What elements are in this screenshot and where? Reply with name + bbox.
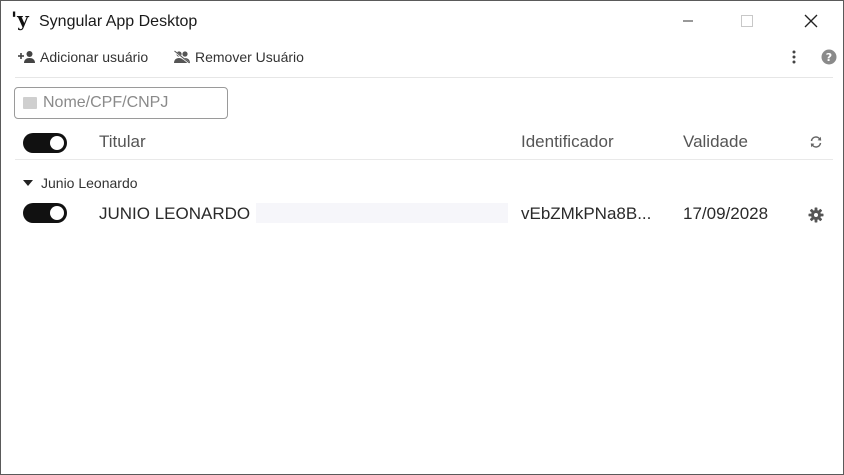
search-box[interactable] xyxy=(14,87,228,119)
minimize-button[interactable] xyxy=(665,1,711,41)
add-user-icon xyxy=(18,51,35,63)
redacted-area xyxy=(256,203,508,223)
title-bar: 'y Syngular App Desktop xyxy=(1,1,843,41)
refresh-icon xyxy=(810,136,822,148)
help-icon: ? xyxy=(821,49,837,65)
toolbar-divider xyxy=(15,77,833,78)
add-user-button[interactable]: Adicionar usuário xyxy=(18,47,148,67)
svg-text:?: ? xyxy=(826,51,832,64)
toolbar: Adicionar usuário Remover Usuário ? xyxy=(1,41,843,75)
more-options-button[interactable] xyxy=(791,47,797,67)
caret-down-icon xyxy=(23,180,33,186)
help-button[interactable]: ? xyxy=(821,47,837,67)
row-validade: 17/09/2028 xyxy=(683,204,769,223)
row-titular: JUNIO LEONARDO xyxy=(99,204,251,223)
more-vertical-icon xyxy=(792,50,796,64)
remove-user-button[interactable]: Remover Usuário xyxy=(173,47,304,67)
minimize-icon xyxy=(683,20,693,22)
header-divider xyxy=(15,159,833,160)
remove-user-icon xyxy=(173,50,190,64)
group-header[interactable]: Junio Leonardo xyxy=(23,175,138,191)
maximize-button[interactable] xyxy=(724,1,770,41)
search-input[interactable] xyxy=(43,94,223,112)
gear-icon xyxy=(808,207,824,223)
row-settings-button[interactable] xyxy=(808,207,824,228)
toggle-all-switch[interactable] xyxy=(23,133,67,153)
remove-user-label: Remover Usuário xyxy=(195,49,304,65)
column-header-titular[interactable]: Titular xyxy=(99,132,146,152)
group-name: Junio Leonardo xyxy=(41,175,138,191)
maximize-icon xyxy=(741,15,753,27)
column-header-identificador[interactable]: Identificador xyxy=(521,132,614,152)
row-enable-switch[interactable] xyxy=(23,203,67,223)
add-user-label: Adicionar usuário xyxy=(40,49,149,65)
app-logo: 'y xyxy=(11,7,29,31)
row-identificador: vEbZMkPNa8B... xyxy=(521,204,652,223)
card-icon xyxy=(23,97,37,109)
app-window: 'y Syngular App Desktop Adicionar usuári… xyxy=(0,0,844,475)
column-header-validade[interactable]: Validade xyxy=(683,132,748,152)
close-button[interactable] xyxy=(788,1,834,41)
refresh-button[interactable] xyxy=(809,135,823,154)
window-title: Syngular App Desktop xyxy=(39,13,198,30)
close-icon xyxy=(804,14,818,28)
